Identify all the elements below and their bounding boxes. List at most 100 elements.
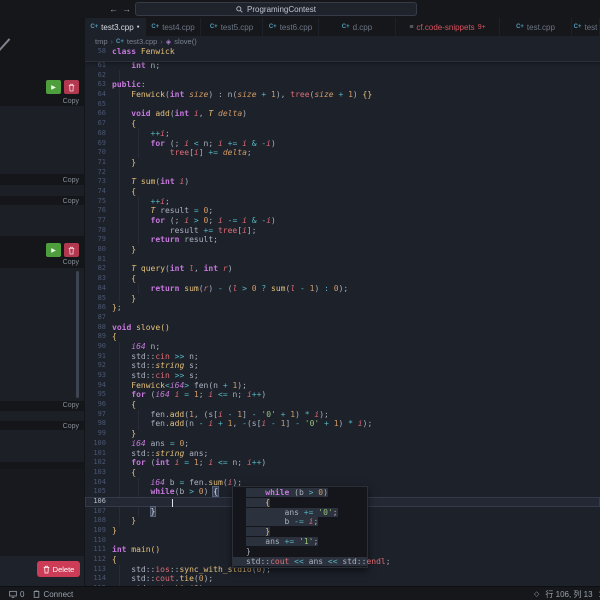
line-number[interactable]: 74 — [85, 187, 112, 197]
line-number[interactable]: 66 — [85, 109, 112, 119]
line-number[interactable]: 113 — [85, 565, 112, 575]
connect-button[interactable]: Connect — [33, 590, 73, 599]
delete-single-testcase-button[interactable] — [64, 80, 79, 94]
line-number[interactable]: 80 — [85, 245, 112, 255]
line-number[interactable]: 95 — [85, 390, 112, 400]
tab-test[interactable]: C+ test — [572, 18, 600, 36]
copy-button[interactable]: Copy — [63, 259, 79, 266]
line-number[interactable]: 111 — [85, 545, 112, 555]
editor-line-95[interactable]: 95 for (i64 i = 1; i <= n; i++) — [85, 390, 600, 400]
editor-line-82[interactable]: 82 T query(int l, int r) — [85, 264, 600, 274]
notification-icon[interactable]: ◇ — [534, 590, 539, 598]
line-number[interactable]: 99 — [85, 429, 112, 439]
line-number[interactable]: 67 — [85, 119, 112, 129]
line-number[interactable]: 102 — [85, 458, 112, 468]
editor-line-70[interactable]: 70 tree[i] += delta; — [85, 148, 600, 158]
line-number[interactable]: 114 — [85, 574, 112, 584]
line-number[interactable]: 106 — [85, 497, 112, 507]
line-number[interactable]: 89 — [85, 332, 112, 342]
editor-line-67[interactable]: 67 { — [85, 119, 600, 129]
editor-line-88[interactable]: 88 void slove() — [85, 323, 600, 333]
testcase-textarea[interactable] — [0, 411, 84, 421]
line-number[interactable]: 90 — [85, 342, 112, 352]
line-number[interactable]: 68 — [85, 129, 112, 139]
line-number[interactable]: 97 — [85, 410, 112, 420]
editor-line-81[interactable]: 81 — [85, 255, 600, 265]
line-number[interactable]: 105 — [85, 487, 112, 497]
delete-testcase-button[interactable]: Delete — [37, 561, 80, 577]
tab-test5.cpp[interactable]: C+ test5.cpp — [201, 18, 263, 36]
line-number[interactable]: 112 — [85, 555, 112, 565]
editor-line-101[interactable]: 101 std::string ans; — [85, 449, 600, 459]
line-number[interactable]: 83 — [85, 274, 112, 284]
editor-line-91[interactable]: 91 std::cin >> n; — [85, 352, 600, 362]
editor-line-87[interactable]: 87 — [85, 313, 600, 323]
editor-line-76[interactable]: 76 T result = 0; — [85, 206, 600, 216]
editor-line-85[interactable]: 85 } — [85, 294, 600, 304]
breadcrumb-item[interactable]: tmp — [95, 37, 108, 46]
line-number[interactable]: 107 — [85, 507, 112, 517]
tab-test4.cpp[interactable]: C+ test4.cpp — [146, 18, 201, 36]
line-number[interactable]: 101 — [85, 449, 112, 459]
editor-line-99[interactable]: 99 } — [85, 429, 600, 439]
line-number[interactable]: 110 — [85, 536, 112, 546]
editor-line-61[interactable]: 61 int n; — [85, 61, 600, 71]
line-number[interactable]: 81 — [85, 255, 112, 265]
breadcrumb-item[interactable]: test3.cpp — [127, 37, 157, 46]
run-testcase-button[interactable]: ▶ — [46, 243, 61, 257]
editor-line-66[interactable]: 66 void add(int i, T delta) — [85, 109, 600, 119]
copy-button[interactable]: Copy — [63, 198, 79, 205]
line-number[interactable]: 86 — [85, 303, 112, 313]
editor-line-79[interactable]: 79 return result; — [85, 235, 600, 245]
tab-test6.cpp[interactable]: C+ test6.cpp — [263, 18, 319, 36]
tab-cf.code-snippets[interactable]: ≡ cf.code-snippets 9+ — [396, 18, 500, 36]
code-editor[interactable]: 58 class Fenwick 61 int n; 62 63 public: 64 … — [85, 47, 600, 586]
editor-line-75[interactable]: 75 ++i; — [85, 197, 600, 207]
line-number[interactable]: 85 — [85, 294, 112, 304]
editor-line-77[interactable]: 77 for (; i > 0; i -= i & -i) — [85, 216, 600, 226]
editor-line-62[interactable]: 62 — [85, 71, 600, 81]
run-testcase-button[interactable]: ▶ — [46, 80, 61, 94]
line-number[interactable]: 73 — [85, 177, 112, 187]
copy-button[interactable]: Copy — [63, 177, 79, 184]
delete-single-testcase-button[interactable] — [64, 243, 79, 257]
tab-test3.cpp[interactable]: C+ test3.cpp ● — [85, 18, 146, 36]
command-center-search[interactable]: ProgramingContest — [135, 2, 417, 16]
editor-line-96[interactable]: 96 { — [85, 400, 600, 410]
line-col-indicator[interactable]: 行 106, 列 13 — [545, 589, 592, 600]
editor-line-74[interactable]: 74 { — [85, 187, 600, 197]
editor-line-68[interactable]: 68 ++i; — [85, 129, 600, 139]
line-number[interactable]: 72 — [85, 168, 112, 178]
line-number[interactable]: 75 — [85, 197, 112, 207]
editor-line-63[interactable]: 63 public: — [85, 80, 600, 90]
line-number[interactable]: 92 — [85, 361, 112, 371]
tab-test.cpp[interactable]: C+ test.cpp — [500, 18, 572, 36]
line-number[interactable]: 87 — [85, 313, 112, 323]
breadcrumb-item[interactable]: slove() — [174, 37, 197, 46]
testcase-textarea[interactable] — [0, 205, 84, 236]
editor-line-89[interactable]: 89{ — [85, 332, 600, 342]
editor-line-102[interactable]: 102 for (int i = 1; i <= n; i++) — [85, 458, 600, 468]
nav-forward-icon[interactable]: → — [122, 0, 131, 18]
remote-indicator[interactable]: 0 — [9, 590, 24, 599]
nav-back-icon[interactable]: ← — [109, 0, 118, 18]
sticky-scroll-line[interactable]: 58 class Fenwick — [85, 47, 600, 62]
testcase-textarea[interactable] — [0, 268, 84, 401]
editor-line-64[interactable]: 64 Fenwick(int size) : n(size + 1), tree… — [85, 90, 600, 100]
line-number[interactable]: 64 — [85, 90, 112, 100]
testcase-textarea[interactable] — [0, 185, 84, 196]
testcase-textarea[interactable] — [0, 106, 84, 174]
editor-line-72[interactable]: 72 — [85, 168, 600, 178]
line-number[interactable]: 62 — [85, 71, 112, 81]
editor-line-69[interactable]: 69 for (; i < n; i += i & -i) — [85, 139, 600, 149]
line-number[interactable]: 96 — [85, 400, 112, 410]
editor-line-94[interactable]: 94 Fenwick<i64> fen(n + 1); — [85, 381, 600, 391]
editor-line-97[interactable]: 97 fen.add(1, (s[i - 1] - '0' + 1) * i); — [85, 410, 600, 420]
copy-button[interactable]: Copy — [63, 98, 79, 105]
line-number[interactable]: 69 — [85, 139, 112, 149]
line-number[interactable]: 78 — [85, 226, 112, 236]
editor-line-78[interactable]: 78 result += tree[i]; — [85, 226, 600, 236]
line-number[interactable]: 65 — [85, 100, 112, 110]
line-number[interactable]: 100 — [85, 439, 112, 449]
tab-d.cpp[interactable]: C+ d.cpp — [319, 18, 396, 36]
